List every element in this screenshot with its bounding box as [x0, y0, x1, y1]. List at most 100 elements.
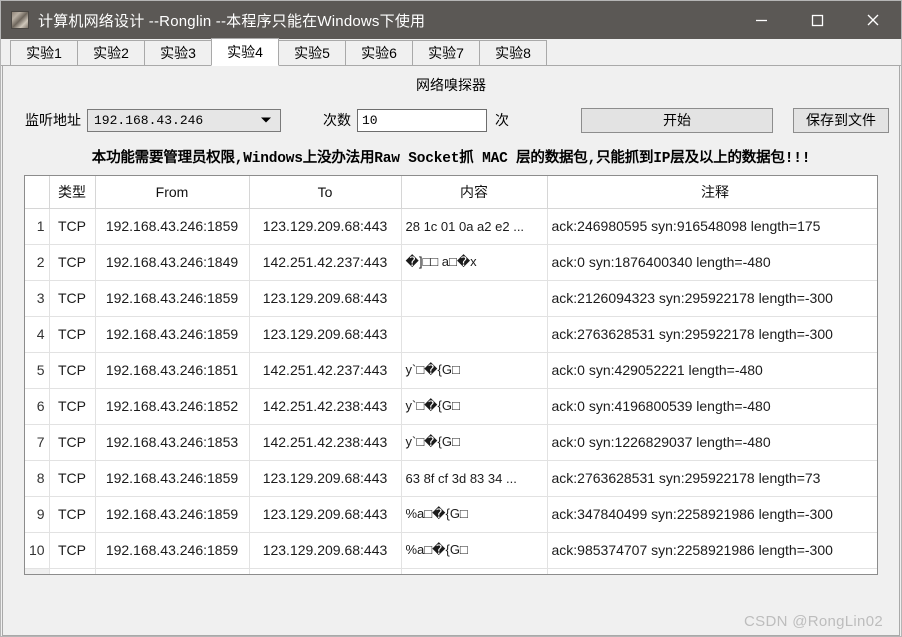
table-row[interactable]: 5 TCP 192.168.43.246:1851 142.251.42.237…	[25, 352, 877, 389]
cell-from[interactable]: 192.168.43.246:1859	[95, 280, 250, 317]
controls-row: 监听地址 192.168.43.246 次数 10 次 开始 保存到文件	[3, 96, 899, 138]
cell-from[interactable]: 192.168.43.246:1859	[95, 532, 250, 569]
packet-grid: 类型 From To 内容 注释 1 TCP 192.168.43.246:18…	[25, 176, 877, 574]
column-header-type[interactable]: 类型	[49, 176, 96, 209]
new-row-placeholder[interactable]	[25, 568, 877, 574]
cell-to[interactable]: 123.129.209.68:443	[249, 208, 402, 245]
listen-address-select[interactable]: 192.168.43.246	[87, 108, 281, 132]
table-row[interactable]: 2 TCP 192.168.43.246:1849 142.251.42.237…	[25, 244, 877, 281]
maximize-button[interactable]	[789, 1, 845, 39]
cell-content[interactable]: %a□�{G□	[401, 496, 548, 533]
count-unit-label: 次	[495, 112, 509, 128]
cell-type[interactable]: TCP	[49, 244, 96, 281]
cell-to[interactable]: 123.129.209.68:443	[249, 280, 402, 317]
cell-from[interactable]: 192.168.43.246:1853	[95, 424, 250, 461]
cell-note[interactable]: ack:0 syn:1876400340 length=-480	[547, 244, 877, 281]
cell-note[interactable]: ack:347840499 syn:2258921986 length=-300	[547, 496, 877, 533]
cell-content[interactable]: �]□□ a□�x	[401, 244, 548, 281]
row-number: 3	[25, 280, 50, 317]
tab-shiyan3[interactable]: 实验3	[144, 40, 212, 65]
save-to-file-button[interactable]: 保存到文件	[793, 107, 889, 133]
cell-content[interactable]	[401, 316, 548, 353]
cell-to[interactable]: 142.251.42.237:443	[249, 352, 402, 389]
cell-from[interactable]: 192.168.43.246:1859	[95, 316, 250, 353]
column-header-note[interactable]: 注释	[547, 176, 877, 209]
cell-note[interactable]: ack:2126094323 syn:295922178 length=-300	[547, 280, 877, 317]
cell-to[interactable]: 142.251.42.238:443	[249, 424, 402, 461]
cell-to-blank[interactable]	[249, 568, 402, 574]
cell-to[interactable]: 123.129.209.68:443	[249, 460, 402, 497]
panel-title: 网络嗅探器	[416, 77, 486, 93]
tab-shiyan6[interactable]: 实验6	[345, 40, 413, 65]
cell-content[interactable]: 63 8f cf 3d 83 34 ...	[401, 460, 548, 497]
table-row[interactable]: 6 TCP 192.168.43.246:1852 142.251.42.238…	[25, 388, 877, 425]
cell-from[interactable]: 192.168.43.246:1859	[95, 208, 250, 245]
cell-from[interactable]: 192.168.43.246:1851	[95, 352, 250, 389]
cell-from[interactable]: 192.168.43.246:1859	[95, 496, 250, 533]
tab-shiyan4[interactable]: 实验4	[211, 38, 279, 66]
cell-type[interactable]: TCP	[49, 208, 96, 245]
cell-note[interactable]: ack:2763628531 syn:295922178 length=73	[547, 460, 877, 497]
cell-type[interactable]: TCP	[49, 280, 96, 317]
close-button[interactable]	[845, 1, 901, 39]
minimize-button[interactable]	[733, 1, 789, 39]
cell-note-blank[interactable]	[547, 568, 877, 574]
cell-note[interactable]: ack:0 syn:4196800539 length=-480	[547, 388, 877, 425]
cell-content[interactable]: y`□�{G□	[401, 424, 548, 461]
cell-note[interactable]: ack:0 syn:1226829037 length=-480	[547, 424, 877, 461]
cell-type-blank[interactable]	[49, 568, 96, 574]
table-row[interactable]: 10 TCP 192.168.43.246:1859 123.129.209.6…	[25, 532, 877, 569]
cell-note[interactable]: ack:246980595 syn:916548098 length=175	[547, 208, 877, 245]
cell-from[interactable]: 192.168.43.246:1852	[95, 388, 250, 425]
admin-privilege-warning: 本功能需要管理员权限,Windows上没办法用Raw Socket抓 MAC 层…	[91, 151, 811, 167]
tab-shiyan8[interactable]: 实验8	[479, 40, 547, 65]
tab-strip: 实验1 实验2 实验3 实验4 实验5 实验6 实验7 实验8	[1, 38, 901, 66]
column-header-gutter	[25, 176, 50, 209]
cell-from[interactable]: 192.168.43.246:1859	[95, 460, 250, 497]
cell-type[interactable]: TCP	[49, 460, 96, 497]
cell-type[interactable]: TCP	[49, 496, 96, 533]
table-row[interactable]: 1 TCP 192.168.43.246:1859 123.129.209.68…	[25, 208, 877, 245]
cell-content[interactable]: y`□�{G□	[401, 352, 548, 389]
cell-type[interactable]: TCP	[49, 352, 96, 389]
grid-header-row: 类型 From To 内容 注释	[25, 176, 877, 209]
row-number: 6	[25, 388, 50, 425]
table-row[interactable]: 8 TCP 192.168.43.246:1859 123.129.209.68…	[25, 460, 877, 497]
column-header-content[interactable]: 内容	[401, 176, 548, 209]
row-number: 8	[25, 460, 50, 497]
cell-to[interactable]: 123.129.209.68:443	[249, 496, 402, 533]
cell-to[interactable]: 123.129.209.68:443	[249, 316, 402, 353]
cell-content[interactable]: 28 1c 01 0a a2 e2 ...	[401, 208, 548, 245]
cell-note[interactable]: ack:2763628531 syn:295922178 length=-300	[547, 316, 877, 353]
column-header-from[interactable]: From	[95, 176, 250, 209]
column-header-to[interactable]: To	[249, 176, 402, 209]
cell-content[interactable]: y`□�{G□	[401, 388, 548, 425]
cell-note[interactable]: ack:985374707 syn:2258921986 length=-300	[547, 532, 877, 569]
cell-from[interactable]: 192.168.43.246:1849	[95, 244, 250, 281]
cell-content-blank[interactable]	[401, 568, 548, 574]
table-row[interactable]: 7 TCP 192.168.43.246:1853 142.251.42.238…	[25, 424, 877, 461]
cell-type[interactable]: TCP	[49, 532, 96, 569]
cell-type[interactable]: TCP	[49, 316, 96, 353]
table-row[interactable]: 4 TCP 192.168.43.246:1859 123.129.209.68…	[25, 316, 877, 353]
packet-grid-container[interactable]: 类型 From To 内容 注释 1 TCP 192.168.43.246:18…	[24, 175, 878, 575]
cell-to[interactable]: 123.129.209.68:443	[249, 532, 402, 569]
tab-shiyan2[interactable]: 实验2	[77, 40, 145, 65]
tab-shiyan5[interactable]: 实验5	[278, 40, 346, 65]
cell-content[interactable]	[401, 280, 548, 317]
tab-shiyan7[interactable]: 实验7	[412, 40, 480, 65]
table-row[interactable]: 9 TCP 192.168.43.246:1859 123.129.209.68…	[25, 496, 877, 533]
tab-shiyan1[interactable]: 实验1	[10, 40, 78, 65]
cell-content[interactable]: %a□�{G□	[401, 532, 548, 569]
cell-type[interactable]: TCP	[49, 388, 96, 425]
cell-to[interactable]: 142.251.42.237:443	[249, 244, 402, 281]
table-row[interactable]: 3 TCP 192.168.43.246:1859 123.129.209.68…	[25, 280, 877, 317]
cell-to[interactable]: 142.251.42.238:443	[249, 388, 402, 425]
row-number-blank	[25, 568, 50, 574]
cell-note[interactable]: ack:0 syn:429052221 length=-480	[547, 352, 877, 389]
count-input[interactable]: 10	[357, 108, 487, 132]
cell-from-blank[interactable]	[95, 568, 250, 574]
start-button[interactable]: 开始	[581, 107, 773, 133]
window-title: 计算机网络设计 --Ronglin --本程序只能在Windows下使用	[38, 12, 426, 30]
cell-type[interactable]: TCP	[49, 424, 96, 461]
